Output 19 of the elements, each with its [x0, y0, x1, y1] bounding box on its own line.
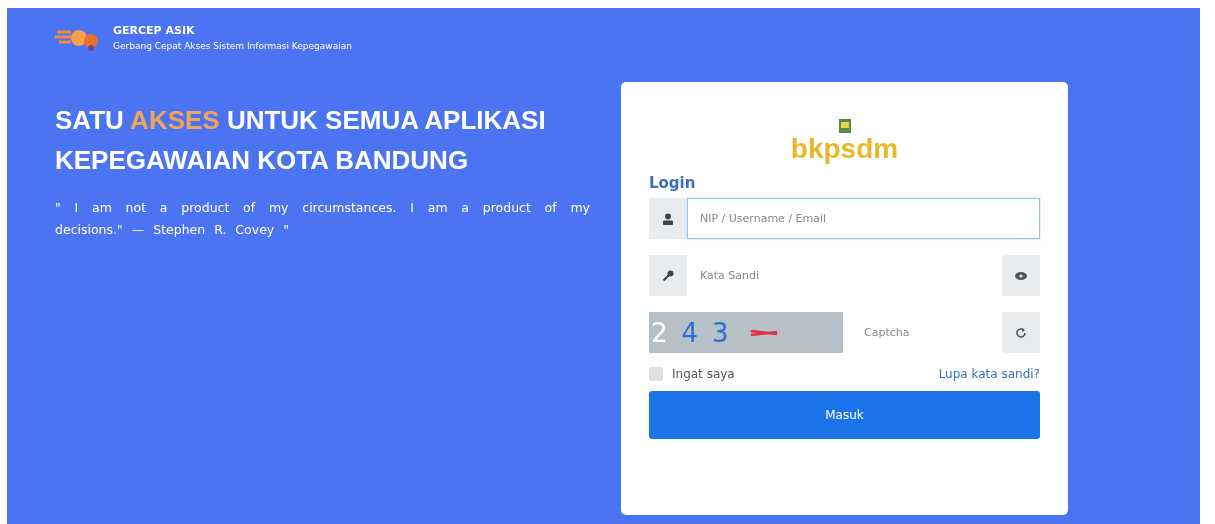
- eye-icon: [1015, 271, 1027, 280]
- emblem-icon: [837, 118, 852, 134]
- remember-label: Ingat saya: [672, 367, 735, 381]
- show-password-button[interactable]: [1002, 255, 1040, 296]
- key-icon: [649, 255, 687, 296]
- headline: SATU AKSES UNTUK SEMUA APLIKASI KEPEGAWAIAN KOTA BANDUNG: [55, 104, 547, 177]
- remember-checkbox[interactable]: [649, 367, 663, 381]
- refresh-icon: [1015, 326, 1027, 339]
- brand-tagline: Gerbang Cepat Akses Sistem Informasi Kepegawaian: [113, 41, 352, 51]
- logo-text: bkpsdm: [790, 134, 899, 164]
- quote-text: " I am not a product of my circumstances. I am a product of my decisions." — Stephen R. Covey ": [55, 199, 590, 239]
- forgot-password-link[interactable]: Lupa kata sandi?: [938, 367, 1040, 381]
- username-field[interactable]: NIP / Username / Email: [687, 198, 1040, 239]
- brand-name: GERCEP ASIK: [113, 24, 196, 37]
- login-button[interactable]: Masuk: [649, 391, 1040, 439]
- login-title: Login: [649, 174, 697, 192]
- captcha-image: 2 4 3: [649, 312, 843, 353]
- user-icon: [649, 198, 687, 239]
- refresh-captcha-button[interactable]: [1002, 312, 1040, 353]
